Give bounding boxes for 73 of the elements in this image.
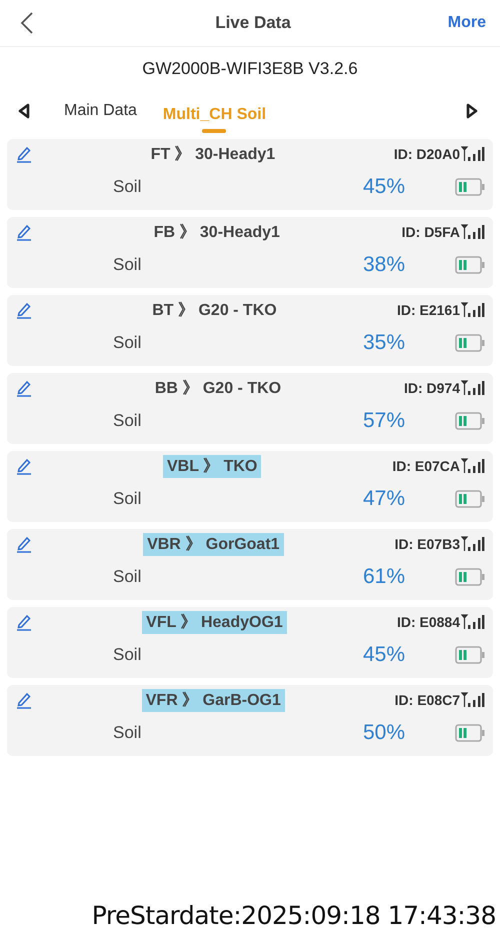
sensor-name: VBL 》 TKO bbox=[162, 454, 262, 478]
sensor-label: Soil bbox=[113, 333, 142, 353]
sensor-id: ID: E0884 bbox=[396, 614, 460, 630]
battery-icon bbox=[455, 178, 485, 196]
edit-button[interactable] bbox=[16, 145, 32, 163]
sensor-name: VFR 》 GarB-OG1 bbox=[142, 688, 285, 712]
pencil-icon bbox=[16, 145, 32, 163]
sensor-label: Soil bbox=[113, 567, 142, 587]
sensor-name: BT 》 G20 - TKO bbox=[151, 300, 278, 320]
pencil-icon bbox=[16, 613, 32, 631]
sensor-name: BB 》 G20 - TKO bbox=[154, 378, 282, 398]
sensor-label: Soil bbox=[113, 411, 142, 431]
timestamp-text: PreStardate:2025:09:18 17:43:38 bbox=[90, 901, 497, 930]
sensor-label: Soil bbox=[113, 723, 142, 743]
edit-button[interactable] bbox=[16, 301, 32, 319]
moisture-value: 38% bbox=[362, 253, 405, 277]
screen-title: Live Data bbox=[215, 13, 291, 33]
pencil-icon bbox=[16, 301, 32, 319]
signal-icon bbox=[460, 536, 485, 552]
edit-button[interactable] bbox=[16, 223, 32, 241]
edit-button[interactable] bbox=[16, 535, 32, 553]
signal-icon bbox=[461, 692, 485, 708]
sensor-id: ID: E2161 bbox=[396, 302, 460, 318]
signal-icon bbox=[460, 224, 485, 240]
sensor-id: ID: E08C7 bbox=[394, 692, 460, 708]
battery-icon bbox=[455, 646, 485, 664]
back-button[interactable] bbox=[20, 11, 34, 35]
pencil-icon bbox=[16, 223, 32, 241]
sensor-label: Soil bbox=[113, 489, 142, 509]
signal-icon bbox=[460, 380, 485, 396]
sensor-label: Soil bbox=[113, 177, 142, 197]
sensor-id: ID: D5FA bbox=[402, 224, 460, 240]
battery-icon bbox=[455, 724, 485, 742]
pencil-icon bbox=[16, 457, 32, 475]
signal-icon bbox=[461, 146, 485, 162]
triangle-right-icon bbox=[466, 103, 478, 119]
signal-icon bbox=[461, 614, 485, 630]
edit-button[interactable] bbox=[16, 379, 32, 397]
sensor-id: ID: E07B3 bbox=[394, 536, 460, 552]
sensor-name: FT 》 30-Heady1 bbox=[150, 144, 276, 164]
sensor-name: FB 》 30-Heady1 bbox=[152, 222, 281, 242]
edit-button[interactable] bbox=[16, 613, 32, 631]
sensor-id: ID: E07CA bbox=[392, 458, 460, 474]
device-name: GW2000B-WIFI3E8B V3.2.6 bbox=[141, 59, 359, 79]
pencil-icon bbox=[16, 691, 32, 709]
sensor-name: VBR 》 GorGoat1 bbox=[143, 532, 284, 556]
moisture-value: 50% bbox=[362, 721, 405, 745]
more-button[interactable]: More bbox=[448, 14, 486, 32]
signal-icon bbox=[461, 302, 485, 318]
pencil-icon bbox=[16, 535, 32, 553]
moisture-value: 47% bbox=[362, 487, 405, 511]
edit-button[interactable] bbox=[16, 457, 32, 475]
sensor-name: VFL 》 HeadyOG1 bbox=[142, 610, 287, 634]
sensor-label: Soil bbox=[113, 255, 142, 275]
triangle-left-icon bbox=[18, 103, 30, 119]
moisture-value: 57% bbox=[362, 409, 405, 433]
pencil-icon bbox=[16, 379, 32, 397]
tab[interactable]: Main Data bbox=[64, 93, 137, 129]
sensor-id: ID: D20A0 bbox=[394, 146, 460, 162]
edit-button[interactable] bbox=[16, 691, 32, 709]
moisture-value: 45% bbox=[362, 643, 405, 667]
moisture-value: 35% bbox=[362, 331, 405, 355]
sensor-label: Soil bbox=[113, 645, 142, 665]
moisture-value: 61% bbox=[362, 565, 405, 589]
chevron-left-icon bbox=[20, 11, 34, 35]
battery-icon bbox=[455, 334, 485, 352]
moisture-value: 45% bbox=[362, 175, 405, 199]
sensor-id: ID: D974 bbox=[404, 380, 460, 396]
battery-icon bbox=[455, 568, 485, 586]
battery-icon bbox=[455, 490, 485, 508]
battery-icon bbox=[455, 256, 485, 274]
signal-icon bbox=[461, 458, 485, 474]
battery-icon bbox=[455, 412, 485, 430]
